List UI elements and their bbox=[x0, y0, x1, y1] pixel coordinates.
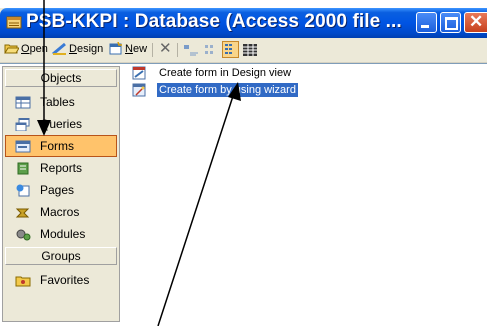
module-icon bbox=[16, 229, 31, 240]
close-button[interactable]: ✕ bbox=[464, 12, 487, 33]
delete-icon[interactable]: ✕ bbox=[159, 39, 172, 57]
design-view-icon bbox=[132, 66, 146, 80]
forms-list: Create form in Design view Create form b… bbox=[123, 66, 487, 326]
objects-bar: Objects Tables Queries Forms Reports Pag… bbox=[2, 66, 120, 322]
objects-item-label: Macros bbox=[40, 205, 80, 219]
open-label-accel: O bbox=[21, 42, 30, 55]
form-icon bbox=[15, 140, 31, 152]
open-button[interactable]: Open bbox=[4, 42, 48, 55]
wizard-icon bbox=[132, 83, 146, 97]
large-icons-icon[interactable] bbox=[183, 44, 199, 56]
database-window: PSB-KKPI : Database (Access 2000 file ..… bbox=[0, 8, 487, 326]
list-view-button[interactable] bbox=[222, 41, 239, 58]
objects-item-forms[interactable]: Forms bbox=[5, 135, 117, 157]
objects-item-label: Forms bbox=[40, 139, 74, 153]
open-folder-icon bbox=[4, 44, 19, 54]
new-label: ew bbox=[132, 42, 148, 55]
list-item-label: Create form in Design view bbox=[159, 67, 292, 79]
objects-item-label: Tables bbox=[40, 95, 75, 109]
objects-item-queries[interactable]: Queries bbox=[5, 113, 117, 135]
list-view-icon bbox=[225, 44, 232, 54]
design-label-accel: D bbox=[69, 42, 77, 55]
objects-item-tables[interactable]: Tables bbox=[5, 91, 117, 113]
new-label-accel: N bbox=[125, 42, 133, 55]
macro-icon bbox=[15, 208, 30, 217]
objects-item-pages[interactable]: Pages bbox=[5, 179, 117, 201]
design-button[interactable]: Design bbox=[52, 42, 103, 55]
design-label: esign bbox=[76, 42, 104, 55]
window-title: PSB-KKPI : Database (Access 2000 file ..… bbox=[26, 11, 402, 32]
toolbar: Open Design New ✕ bbox=[0, 38, 487, 63]
toolbar-separator bbox=[152, 43, 153, 57]
objects-item-reports[interactable]: Reports bbox=[5, 157, 117, 179]
list-item-wizard[interactable]: Create form by using wizard bbox=[131, 82, 298, 98]
query-icon bbox=[15, 117, 30, 131]
close-icon: ✕ bbox=[469, 12, 484, 31]
objects-item-label: Queries bbox=[40, 117, 83, 131]
table-icon bbox=[15, 96, 31, 108]
objects-item-modules[interactable]: Modules bbox=[5, 223, 117, 245]
open-label: pen bbox=[29, 42, 48, 55]
new-button[interactable]: New bbox=[108, 42, 147, 55]
groups-header[interactable]: Groups bbox=[5, 247, 117, 265]
groups-item-label: Favorites bbox=[40, 273, 90, 287]
small-icons-icon[interactable] bbox=[204, 44, 218, 56]
title-bar[interactable]: PSB-KKPI : Database (Access 2000 file ..… bbox=[0, 8, 487, 38]
objects-item-label: Modules bbox=[40, 227, 86, 241]
objects-item-label: Pages bbox=[40, 183, 75, 197]
toolbar-separator bbox=[177, 43, 178, 57]
list-item-design-view[interactable]: Create form in Design view bbox=[131, 65, 293, 81]
minimize-button[interactable] bbox=[416, 12, 437, 33]
objects-item-macros[interactable]: Macros bbox=[5, 201, 117, 223]
groups-item-favorites[interactable]: Favorites bbox=[5, 269, 117, 291]
new-object-icon bbox=[109, 42, 122, 55]
maximize-button[interactable] bbox=[440, 12, 461, 33]
design-ruler-icon bbox=[52, 42, 66, 55]
objects-item-label: Reports bbox=[40, 161, 83, 175]
objects-header[interactable]: Objects bbox=[5, 69, 117, 87]
database-icon bbox=[6, 16, 22, 29]
page-icon bbox=[16, 184, 30, 196]
list-item-label: Create form by using wizard bbox=[157, 83, 298, 97]
database-content-pane: Objects Tables Queries Forms Reports Pag… bbox=[0, 63, 487, 326]
details-view-icon[interactable] bbox=[243, 44, 257, 56]
report-icon bbox=[17, 162, 29, 174]
favorites-folder-icon bbox=[15, 276, 31, 286]
